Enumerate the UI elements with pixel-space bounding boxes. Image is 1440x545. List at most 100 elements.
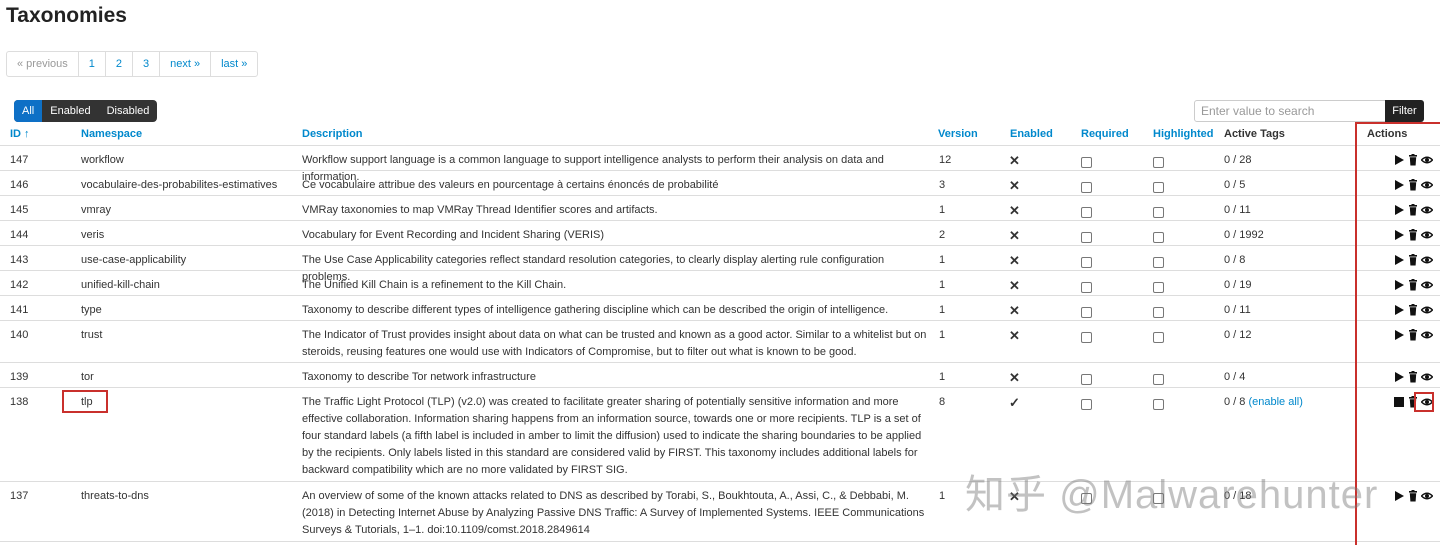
row-description: Taxonomy to describe Tor network infrast… <box>302 371 536 383</box>
row-active-tags: 0 / 8 <box>1224 252 1245 269</box>
row-id: 141 <box>10 304 29 316</box>
active-tags-count: 0 / 11 <box>1224 304 1251 316</box>
required-checkbox[interactable] <box>1081 232 1092 243</box>
required-checkbox[interactable] <box>1081 307 1092 318</box>
filter-button[interactable]: Filter <box>1385 100 1424 122</box>
row-required-checkbox-cell <box>1081 369 1092 385</box>
pagination-next[interactable]: next » <box>159 52 210 76</box>
row-active-tags: 0 / 11 <box>1224 302 1251 319</box>
header-namespace[interactable]: Namespace <box>81 128 142 140</box>
filter-tab-enabled[interactable]: Enabled <box>42 100 98 122</box>
row-required-checkbox-cell <box>1081 302 1092 318</box>
highlighted-checkbox[interactable] <box>1153 182 1164 193</box>
pagination-page-1[interactable]: 1 <box>77 52 105 76</box>
highlighted-checkbox[interactable] <box>1153 374 1164 385</box>
row-highlighted-checkbox-cell <box>1153 394 1164 410</box>
highlighted-checkbox[interactable] <box>1153 332 1164 343</box>
row-required-checkbox-cell <box>1081 252 1092 268</box>
row-id: 142 <box>10 279 29 291</box>
highlighted-checkbox[interactable] <box>1153 207 1164 218</box>
required-checkbox[interactable] <box>1081 182 1092 193</box>
row-highlighted-checkbox-cell <box>1153 177 1164 193</box>
row-enabled-status: ✕ <box>1009 228 1020 243</box>
row-id: 137 <box>10 490 29 502</box>
row-version: 1 <box>939 490 946 502</box>
active-tags-count: 0 / 5 <box>1224 179 1246 191</box>
table-row: 143 use-case-applicability The Use Case Ap… <box>0 246 1440 283</box>
table-row: 139 tor Taxonomy to describe Tor network i… <box>0 363 1440 388</box>
row-highlighted-checkbox-cell <box>1153 202 1164 218</box>
row-required-checkbox-cell <box>1081 202 1092 218</box>
row-namespace[interactable]: threats-to-dns <box>81 488 149 505</box>
search-input[interactable] <box>1194 100 1386 122</box>
table-row: 141 type Taxonomy to describe different ty… <box>0 296 1440 321</box>
highlighted-checkbox[interactable] <box>1153 282 1164 293</box>
row-description: The Unified Kill Chain is a refinement t… <box>302 279 567 291</box>
header-description[interactable]: Description <box>302 128 363 140</box>
header-id[interactable]: ID ↑ <box>10 128 30 140</box>
table-row: 145 vmray VMRay taxonomies to map VMRay Th… <box>0 196 1440 221</box>
filter-tab-disabled[interactable]: Disabled <box>99 100 158 122</box>
required-checkbox[interactable] <box>1081 399 1092 410</box>
row-namespace[interactable]: workflow <box>81 152 124 169</box>
row-description: Vocabulary for Event Recording and Incid… <box>302 229 605 241</box>
row-namespace[interactable]: type <box>81 302 102 319</box>
row-enabled-status: ✕ <box>1009 203 1020 218</box>
active-tags-count: 0 / 19 <box>1224 279 1252 291</box>
row-highlighted-checkbox-cell <box>1153 227 1164 243</box>
pagination-page-2[interactable]: 2 <box>104 52 132 76</box>
pagination-previous[interactable]: « previous <box>7 52 78 76</box>
active-tags-count: 0 / 8 <box>1224 254 1246 266</box>
pagination-last[interactable]: last » <box>210 52 257 76</box>
highlighted-checkbox[interactable] <box>1153 157 1164 168</box>
pagination-page-3[interactable]: 3 <box>132 52 159 76</box>
highlighted-checkbox[interactable] <box>1153 232 1164 243</box>
row-active-tags: 0 / 5 <box>1224 177 1245 194</box>
row-version: 1 <box>939 371 946 383</box>
header-enabled[interactable]: Enabled <box>1010 128 1053 140</box>
highlighted-checkbox[interactable] <box>1153 257 1164 268</box>
table-row: 144 veris Vocabulary for Event Recording a… <box>0 221 1440 246</box>
filter-tab-all[interactable]: All <box>14 100 43 122</box>
row-id: 139 <box>10 371 29 383</box>
row-namespace[interactable]: vmray <box>81 202 111 219</box>
row-namespace[interactable]: vocabulaire-des-probabilites-estimatives <box>81 177 277 194</box>
row-active-tags: 0 / 1992 <box>1224 227 1264 244</box>
row-required-checkbox-cell <box>1081 327 1092 343</box>
page-title: Taxonomies <box>6 4 127 27</box>
header-required[interactable]: Required <box>1081 128 1129 140</box>
row-namespace[interactable]: veris <box>81 227 104 244</box>
row-namespace[interactable]: tor <box>81 369 94 386</box>
required-checkbox[interactable] <box>1081 207 1092 218</box>
active-tags-count: 0 / 8 <box>1224 396 1246 408</box>
highlighted-checkbox[interactable] <box>1153 399 1164 410</box>
highlighted-checkbox[interactable] <box>1153 307 1164 318</box>
header-highlighted[interactable]: Highlighted <box>1153 128 1214 140</box>
row-namespace[interactable]: use-case-applicability <box>81 252 186 269</box>
row-version: 12 <box>939 154 952 166</box>
required-checkbox[interactable] <box>1081 257 1092 268</box>
row-version: 3 <box>939 179 946 191</box>
row-version: 2 <box>939 229 946 241</box>
row-id: 140 <box>10 329 29 341</box>
row-enabled-status: ✕ <box>1009 370 1020 385</box>
row-version: 8 <box>939 396 946 408</box>
required-checkbox[interactable] <box>1081 332 1092 343</box>
row-active-tags: 0 / 12 <box>1224 327 1252 344</box>
row-enabled-status: ✕ <box>1009 278 1020 293</box>
row-id: 147 <box>10 154 29 166</box>
row-active-tags: 0 / 4 <box>1224 369 1245 386</box>
required-checkbox[interactable] <box>1081 157 1092 168</box>
header-version[interactable]: Version <box>938 128 978 140</box>
row-namespace[interactable]: unified-kill-chain <box>81 277 160 294</box>
required-checkbox[interactable] <box>1081 282 1092 293</box>
row-active-tags: 0 / 28 <box>1224 152 1252 169</box>
row-namespace[interactable]: trust <box>81 327 102 344</box>
table-header: ID ↑ Namespace Description Version Enabl… <box>0 123 1440 146</box>
table-row: 147 workflow Workflow support language is … <box>0 146 1440 183</box>
required-checkbox[interactable] <box>1081 374 1092 385</box>
watermark: 知乎 @Malwarehunter <box>965 473 1379 517</box>
row-highlighted-checkbox-cell <box>1153 252 1164 268</box>
enable-all-link[interactable]: (enable all) <box>1248 396 1302 408</box>
row-enabled-status: ✕ <box>1009 303 1020 318</box>
